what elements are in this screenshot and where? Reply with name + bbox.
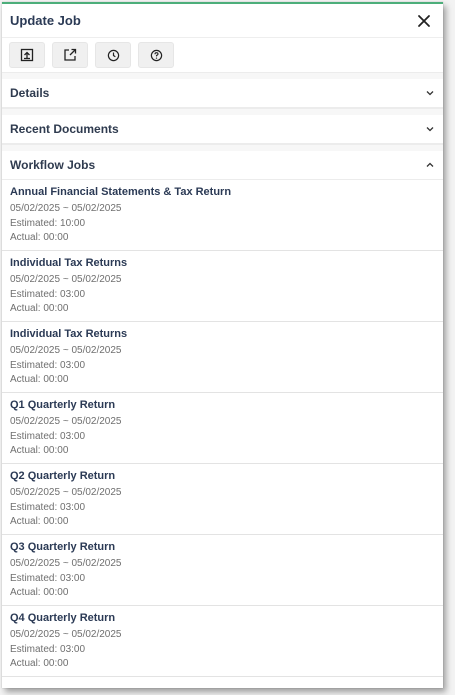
section-details-title: Details bbox=[10, 86, 50, 100]
list-item[interactable]: Individual Tax Returns 05/02/2025 ~ 05/0… bbox=[2, 251, 443, 322]
section-recent-documents[interactable]: Recent Documents bbox=[2, 115, 443, 144]
job-estimated: Estimated: 03:00 bbox=[10, 430, 86, 442]
job-actual: Actual: 00:00 bbox=[10, 516, 69, 527]
section-divider bbox=[2, 108, 443, 115]
chevron-down-icon bbox=[425, 124, 435, 134]
job-estimated: Estimated: 03:00 bbox=[10, 501, 86, 513]
section-divider bbox=[2, 144, 443, 151]
list-item[interactable]: Q4 Quarterly Return 05/02/2025 ~ 05/02/2… bbox=[2, 606, 443, 677]
job-estimated: Estimated: 10:00 bbox=[10, 217, 86, 229]
job-estimated: Estimated: 03:00 bbox=[10, 643, 86, 655]
section-workflow-jobs-title: Workflow Jobs bbox=[10, 158, 96, 172]
list-item[interactable]: Q3 Quarterly Return 05/02/2025 ~ 05/02/2… bbox=[2, 535, 443, 606]
toolbar bbox=[2, 38, 443, 72]
clock-icon bbox=[107, 49, 120, 62]
job-dates: 05/02/2025 ~ 05/02/2025 bbox=[10, 416, 122, 427]
open-external-button[interactable] bbox=[52, 42, 88, 68]
job-dates: 05/02/2025 ~ 05/02/2025 bbox=[10, 487, 122, 498]
job-name: Individual Tax Returns bbox=[10, 328, 128, 340]
close-icon[interactable] bbox=[413, 10, 435, 32]
open-external-icon bbox=[63, 48, 77, 62]
job-name: Q3 Quarterly Return bbox=[10, 541, 116, 553]
section-details[interactable]: Details bbox=[2, 79, 443, 108]
chevron-down-icon bbox=[425, 88, 435, 98]
job-dates: 05/02/2025 ~ 05/02/2025 bbox=[10, 629, 122, 640]
section-divider bbox=[2, 72, 443, 79]
job-name: Q1 Quarterly Return bbox=[10, 399, 116, 411]
job-estimated: Estimated: 03:00 bbox=[10, 288, 86, 300]
job-name: Q4 Quarterly Return bbox=[10, 612, 116, 624]
list-item[interactable]: Q2 Quarterly Return 05/02/2025 ~ 05/02/2… bbox=[2, 464, 443, 535]
list-item[interactable]: Individual Tax Returns 05/02/2025 ~ 05/0… bbox=[2, 322, 443, 393]
job-dates: 05/02/2025 ~ 05/02/2025 bbox=[10, 558, 122, 569]
job-dates: 05/02/2025 ~ 05/02/2025 bbox=[10, 203, 122, 214]
job-actual: Actual: 00:00 bbox=[10, 445, 69, 456]
history-button[interactable] bbox=[95, 42, 131, 68]
chevron-up-icon bbox=[425, 160, 435, 170]
list-item[interactable]: Q1 Quarterly Return 05/02/2025 ~ 05/02/2… bbox=[2, 393, 443, 464]
panel-title: Update Job bbox=[10, 13, 81, 28]
section-workflow-jobs[interactable]: Workflow Jobs bbox=[2, 151, 443, 180]
workflow-jobs-list: Annual Financial Statements & Tax Return… bbox=[2, 180, 443, 677]
section-recent-documents-title: Recent Documents bbox=[10, 122, 119, 136]
job-actual: Actual: 00:00 bbox=[10, 303, 69, 314]
job-dates: 05/02/2025 ~ 05/02/2025 bbox=[10, 345, 122, 356]
help-icon bbox=[150, 49, 163, 62]
job-actual: Actual: 00:00 bbox=[10, 658, 69, 669]
panel-header: Update Job bbox=[2, 4, 443, 38]
help-button[interactable] bbox=[138, 42, 174, 68]
job-name: Individual Tax Returns bbox=[10, 257, 128, 269]
job-estimated: Estimated: 03:00 bbox=[10, 359, 86, 371]
job-estimated: Estimated: 03:00 bbox=[10, 572, 86, 584]
job-dates: 05/02/2025 ~ 05/02/2025 bbox=[10, 274, 122, 285]
list-item[interactable]: Annual Financial Statements & Tax Return… bbox=[2, 180, 443, 251]
upload-icon bbox=[20, 48, 34, 62]
job-name: Annual Financial Statements & Tax Return bbox=[10, 186, 232, 198]
job-name: Q2 Quarterly Return bbox=[10, 470, 116, 482]
update-job-panel: Update Job Details Recent Documents Work… bbox=[2, 2, 443, 688]
job-actual: Actual: 00:00 bbox=[10, 587, 69, 598]
upload-button[interactable] bbox=[9, 42, 45, 68]
job-actual: Actual: 00:00 bbox=[10, 232, 69, 243]
job-actual: Actual: 00:00 bbox=[10, 374, 69, 385]
